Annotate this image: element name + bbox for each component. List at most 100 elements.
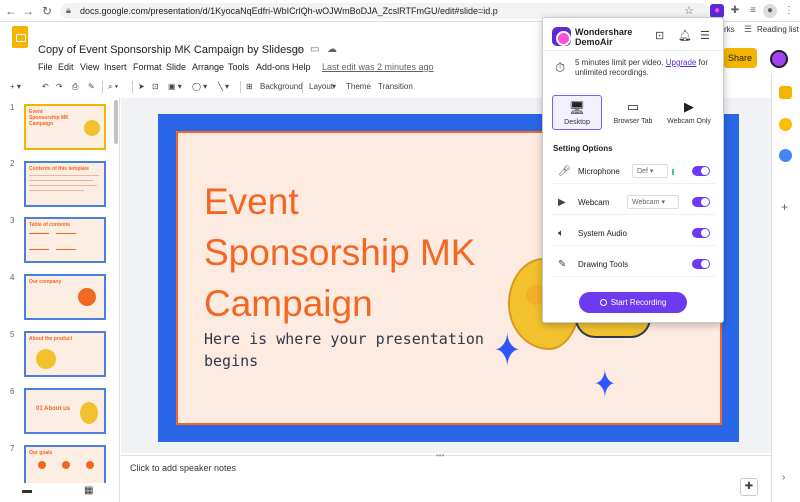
thumbnail-text-line xyxy=(56,249,76,250)
slide-title[interactable]: Event Sponsorship MK Campaign xyxy=(204,176,504,329)
google-slides-logo[interactable] xyxy=(12,26,28,48)
bookmarks-partial-text: rks xyxy=(724,25,735,34)
reload-icon[interactable]: ↻ xyxy=(40,4,54,18)
chrome-menu-icon[interactable]: ⋮ xyxy=(782,4,796,18)
filmstrip-scrollbar[interactable] xyxy=(114,100,118,144)
thumbnail-text-line xyxy=(29,185,97,186)
view-toggle-bar: ▬ ▦ xyxy=(0,482,120,502)
star-icon[interactable]: ☆ xyxy=(294,44,304,57)
webcam-select[interactable]: Webcam ▾ xyxy=(627,195,679,209)
slide-thumbnail[interactable]: About the product xyxy=(24,331,106,377)
slide-thumbnail[interactable]: Our goals xyxy=(24,445,106,483)
toolbar-divider xyxy=(240,81,241,93)
tasks-icon[interactable] xyxy=(779,149,792,162)
bookmark-star-icon[interactable]: ☆ xyxy=(684,4,694,17)
keep-icon[interactable] xyxy=(779,118,792,131)
folder-icon[interactable]: ⊡ xyxy=(655,29,664,42)
menu-arrange[interactable]: Arrange xyxy=(192,62,224,72)
setting-options-heading: Setting Options xyxy=(553,144,613,153)
image-icon[interactable]: ▣ ▾ xyxy=(168,81,182,93)
microphone-label: Microphone xyxy=(578,167,620,176)
background-button[interactable]: Background xyxy=(260,81,303,93)
microphone-toggle[interactable] xyxy=(692,166,710,176)
thumbnail-title: Table of contents xyxy=(29,222,71,228)
demoair-extension-icon[interactable]: ● xyxy=(710,4,724,18)
reading-list-link[interactable]: Reading list xyxy=(757,25,799,34)
calendar-icon[interactable] xyxy=(779,86,792,99)
slide-thumbnail[interactable]: Table of contents xyxy=(24,217,106,263)
microphone-select[interactable]: Def ▾ xyxy=(632,164,668,178)
menu-help[interactable]: Help xyxy=(292,62,311,72)
start-recording-label: Start Recording xyxy=(610,298,667,307)
mode-browser-tab[interactable]: ▭ Browser Tab xyxy=(608,95,658,130)
filmstrip-view-icon[interactable]: ▬ xyxy=(22,485,32,496)
layout-dropdown[interactable]: Layout xyxy=(309,81,333,93)
menu-addons[interactable]: Add-ons xyxy=(256,62,290,72)
print-icon[interactable]: ⎙ xyxy=(72,81,78,93)
mode-desktop[interactable]: 🖥︎ Desktop xyxy=(552,95,602,130)
grid-view-icon[interactable]: ▦ xyxy=(84,485,93,496)
new-slide-icon[interactable]: + ▾ xyxy=(10,81,21,93)
browser-tab-icon: ▭ xyxy=(626,99,640,114)
webcam-toggle[interactable] xyxy=(692,197,710,207)
mode-webcam-only[interactable]: ▶︎ Webcam Only xyxy=(664,95,714,130)
brand-line-1: Wondershare xyxy=(575,27,633,37)
theme-button[interactable]: Theme xyxy=(346,81,371,93)
menu-edit[interactable]: Edit xyxy=(58,62,74,72)
bell-icon[interactable]: 🔔︎ xyxy=(678,29,692,42)
media-control-icon[interactable]: ≡ xyxy=(746,4,760,18)
menu-view[interactable]: View xyxy=(80,62,99,72)
microphone-icon: 🎤︎ xyxy=(558,166,571,177)
url-text: docs.google.com/presentation/d/1KyocaNqE… xyxy=(80,6,498,16)
chevron-down-icon[interactable]: ▾ xyxy=(332,81,336,93)
lock-icon: 🔒︎ xyxy=(66,5,71,15)
profile-icon[interactable]: ● xyxy=(763,4,777,18)
slide-thumbnail[interactable]: 01 About us xyxy=(24,388,106,434)
slide-subtitle[interactable]: Here is where your presentation begins xyxy=(204,328,504,372)
explore-icon[interactable]: ✚ xyxy=(740,478,758,496)
toolbar-divider xyxy=(302,81,303,93)
back-arrow-icon[interactable]: ← xyxy=(4,4,18,18)
select-cursor-icon[interactable]: ➤ xyxy=(138,81,145,93)
redo-icon[interactable]: ↷ xyxy=(56,81,63,93)
menu-file[interactable]: File xyxy=(38,62,53,72)
menu-tools[interactable]: Tools xyxy=(228,62,249,72)
start-recording-button[interactable]: Start Recording xyxy=(579,292,687,313)
undo-icon[interactable]: ↶ xyxy=(42,81,49,93)
line-icon[interactable]: ╲ ▾ xyxy=(218,81,229,93)
shape-icon[interactable]: ◯ ▾ xyxy=(192,81,207,93)
zoom-icon[interactable]: ⌕ ▾ xyxy=(108,81,118,93)
hamburger-menu-icon[interactable]: ☰ xyxy=(700,29,710,42)
stopwatch-icon: ⏱︎ xyxy=(555,60,566,75)
slide-thumbnail[interactable]: Our company xyxy=(24,274,106,320)
microphone-select-value: Def xyxy=(637,168,648,175)
share-button[interactable]: Share xyxy=(723,48,757,68)
comment-plus-icon[interactable]: ⊞ xyxy=(246,81,253,93)
menu-format[interactable]: Format xyxy=(133,62,162,72)
extensions-puzzle-icon[interactable]: ✚ xyxy=(728,4,742,18)
add-ons-plus-icon[interactable]: + xyxy=(781,200,788,214)
microphone-row: 🎤︎ Microphone Def ▾ xyxy=(552,160,716,184)
slide-thumbnail[interactable]: Contents of this template xyxy=(24,161,106,207)
resize-handle[interactable]: ••• xyxy=(436,451,444,460)
forward-arrow-icon[interactable]: → xyxy=(21,4,35,18)
expand-panel-icon[interactable]: › xyxy=(782,472,785,483)
drawing-tools-toggle[interactable] xyxy=(692,259,710,269)
menu-insert[interactable]: Insert xyxy=(104,62,127,72)
move-folder-icon[interactable]: ▭ xyxy=(310,44,319,55)
last-edit-link[interactable]: Last edit was 2 minutes ago xyxy=(322,62,434,72)
sparkle-decoration: ✦ xyxy=(593,364,617,406)
avatar[interactable] xyxy=(770,50,788,68)
text-box-icon[interactable]: ⊡ xyxy=(152,81,159,93)
document-title[interactable]: Copy of Event Sponsorship MK Campaign by… xyxy=(38,44,304,56)
transition-button[interactable]: Transition xyxy=(378,81,413,93)
slide-thumbnail[interactable]: Event Sponsorship MK Campaign xyxy=(24,104,106,150)
upgrade-link[interactable]: Upgrade xyxy=(666,58,697,67)
webcam-select-value: Webcam xyxy=(632,199,660,206)
menu-slide[interactable]: Slide xyxy=(166,62,186,72)
thumbnail-text-line xyxy=(29,249,49,250)
toolbar-divider xyxy=(132,81,133,93)
paint-format-icon[interactable]: ✎ xyxy=(88,81,95,93)
system-audio-toggle[interactable] xyxy=(692,228,710,238)
speaker-notes-placeholder[interactable]: Click to add speaker notes xyxy=(130,463,236,473)
